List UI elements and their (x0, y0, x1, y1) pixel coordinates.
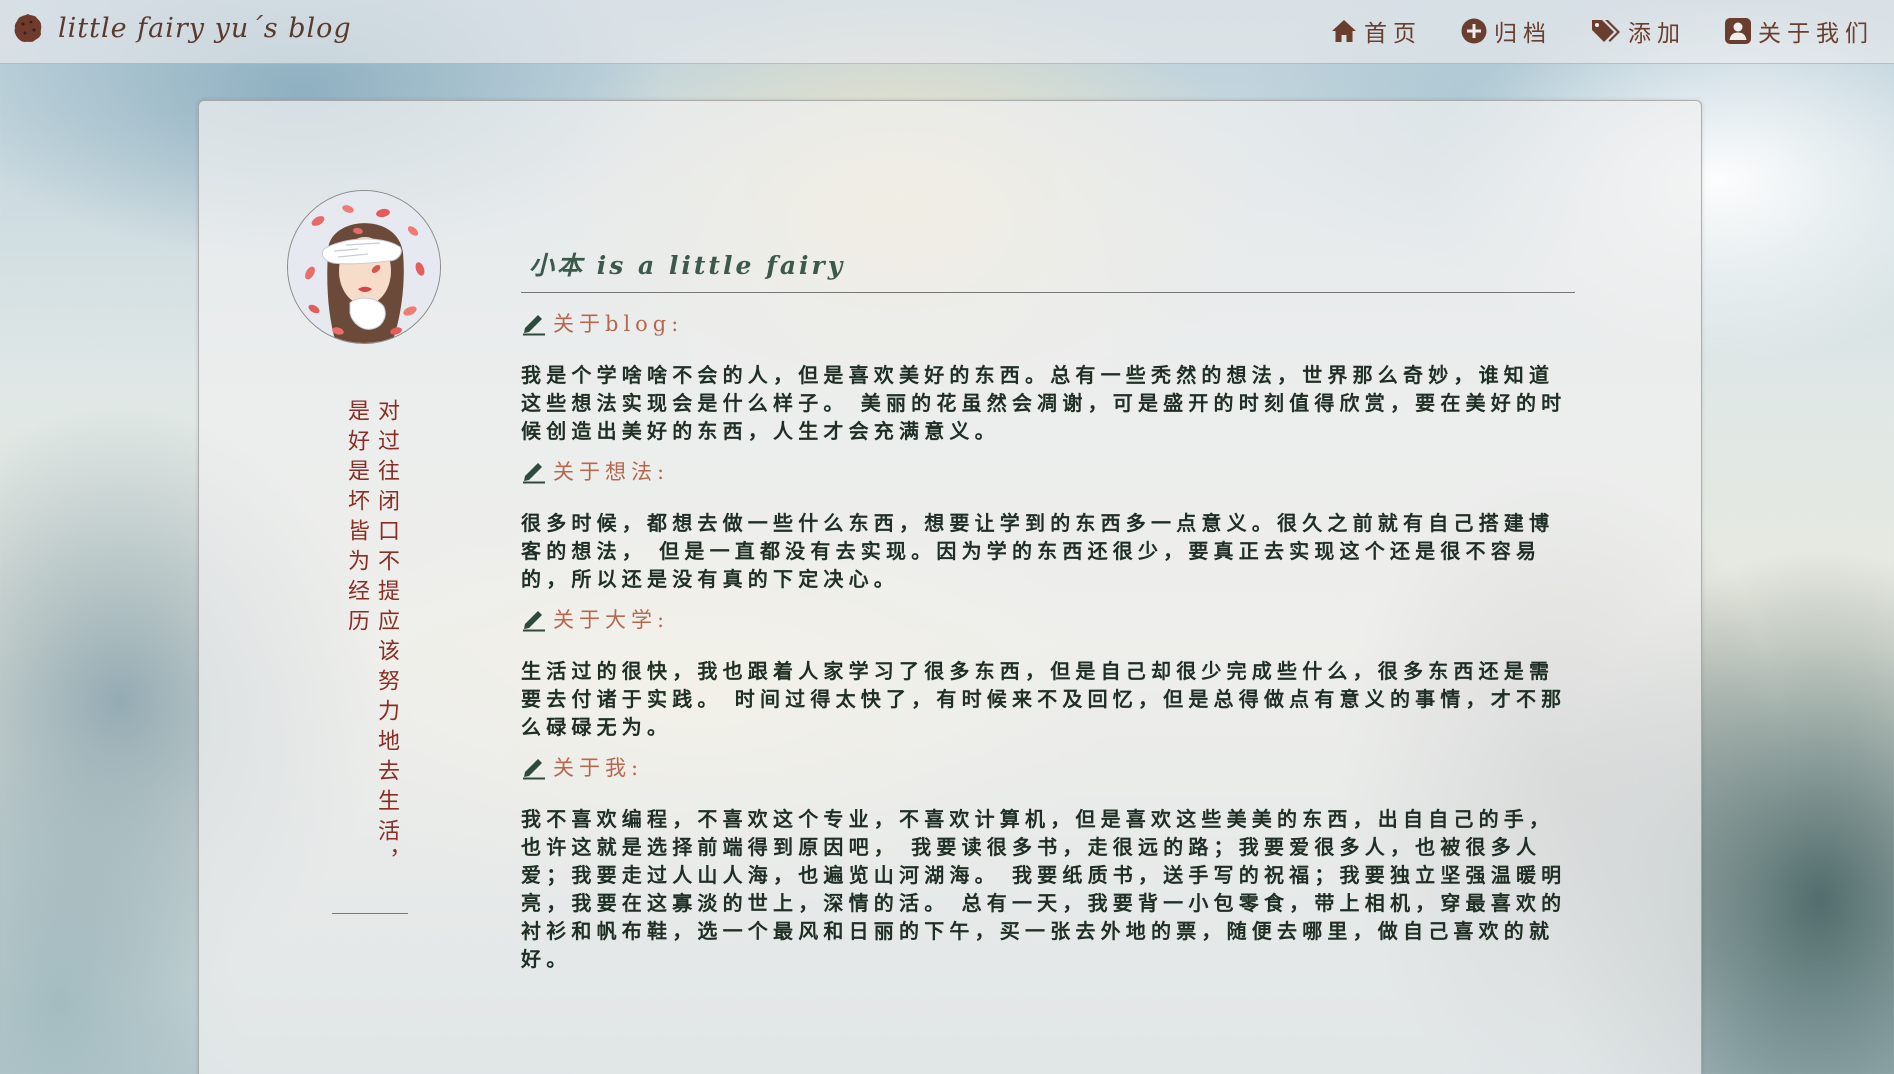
section-body: 生活过的很快，我也跟着人家学习了很多东西，但是自己却很少完成些什么，很多东西还是… (521, 659, 1567, 739)
about-card: 对过往闭口不提应该努力地去生活，是好是坏皆为经历 小本 is a little … (198, 100, 1702, 1074)
pencil-icon (523, 759, 545, 780)
brand[interactable]: little fairy yu´s blog (12, 12, 352, 44)
tags-icon (1592, 20, 1620, 42)
sidebar-motto: 对过往闭口不提应该努力地去生活，是好是坏皆为经历 (344, 399, 399, 879)
nav-about-label: 关于我们 (1758, 21, 1874, 47)
user-box-icon (1725, 18, 1751, 44)
motto-divider (332, 913, 408, 914)
section-heading: 关于想法: (521, 455, 1575, 487)
section-heading: 关于blog: (521, 307, 1575, 339)
nav-archive-label: 归档 (1494, 21, 1552, 47)
nav-home-label: 首页 (1364, 21, 1422, 47)
main-nav: 首页 归档 添加 关于我们 (1330, 14, 1874, 48)
section-body: 我是个学啥啥不会的人，但是喜欢美好的东西。总有一些秃然的想法，世界那么奇妙，谁知… (521, 363, 1567, 443)
section-heading-label: 关于blog: (553, 312, 684, 336)
plus-circle-icon (1461, 18, 1487, 44)
nav-add[interactable]: 添加 (1590, 14, 1686, 48)
site-title: little fairy yu´s blog (58, 12, 352, 44)
section-heading-label: 关于大学: (553, 608, 670, 632)
top-navbar: little fairy yu´s blog 首页 归档 添加 关于我们 (0, 0, 1894, 64)
nav-about[interactable]: 关于我们 (1724, 14, 1874, 48)
nav-home[interactable]: 首页 (1330, 14, 1422, 48)
cookie-logo-icon (14, 14, 42, 42)
avatar-illustration (288, 191, 440, 343)
section-heading: 关于大学: (521, 603, 1575, 635)
pencil-icon (523, 315, 545, 336)
home-icon (1332, 20, 1356, 42)
section-heading-label: 关于我: (553, 756, 644, 780)
section-heading-label: 关于想法: (553, 460, 670, 484)
section-body: 很多时候，都想去做一些什么东西，想要让学到的东西多一点意义。很久之前就有自己搭建… (521, 511, 1555, 591)
avatar[interactable] (287, 190, 441, 344)
nav-add-label: 添加 (1628, 21, 1686, 47)
section-body: 我不喜欢编程，不喜欢这个专业，不喜欢计算机，但是喜欢这些美美的东西，出自自己的手… (521, 807, 1567, 971)
pencil-icon (523, 611, 545, 632)
main-content: 小本 is a little fairy 关于blog: 我是个学啥啥不会的人，… (521, 246, 1575, 983)
section-heading: 关于我: (521, 751, 1575, 783)
page-title: 小本 is a little fairy (521, 246, 1575, 293)
nav-archive[interactable]: 归档 (1460, 14, 1552, 48)
pencil-icon (523, 463, 545, 484)
